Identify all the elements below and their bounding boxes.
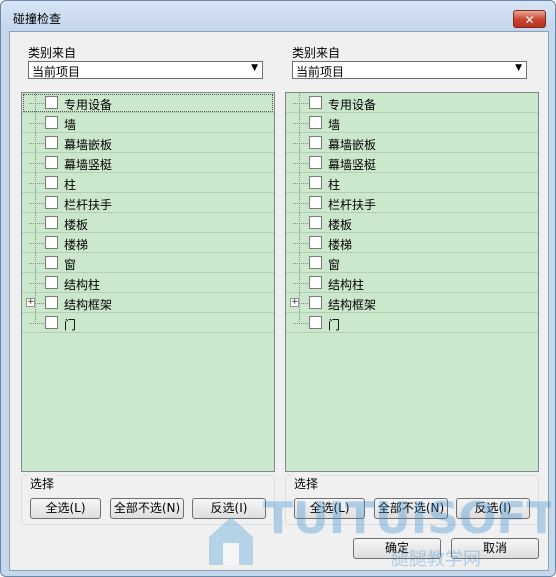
tree-row[interactable]: 楼板	[22, 213, 274, 233]
category-label: 楼板	[328, 218, 353, 232]
category-label: 门	[64, 318, 77, 332]
checkbox[interactable]	[45, 116, 58, 129]
category-label: 楼梯	[328, 238, 353, 252]
dropdown-arrow-icon: ▼	[251, 63, 258, 73]
tree-row[interactable]: 楼梯	[22, 233, 274, 253]
tree-row[interactable]: 墙	[22, 113, 274, 133]
category-label: 门	[328, 318, 341, 332]
right-source-dropdown[interactable]: 当前项目 ▼	[292, 61, 527, 79]
left-source-label: 类别来自	[28, 46, 77, 60]
tree-row[interactable]: 专用设备	[286, 93, 538, 113]
tree-row[interactable]: 门	[286, 313, 538, 333]
expand-plus-icon[interactable]: +	[26, 298, 35, 307]
category-label: 柱	[328, 178, 341, 192]
tree-row[interactable]: 幕墙嵌板	[286, 133, 538, 153]
category-label: 幕墙竖梃	[64, 158, 113, 172]
watermark-logo: TUITUISOFT 腿腿教学网	[209, 493, 551, 570]
category-label: 结构框架	[328, 298, 377, 312]
tree-row[interactable]: 结构柱	[22, 273, 274, 293]
left-select-all-button[interactable]: 全选(L)	[30, 498, 101, 519]
category-label: 楼板	[64, 218, 89, 232]
checkbox[interactable]	[45, 156, 58, 169]
right-panel: 类别来自 当前项目 ▼ 专用设备 墙 幕墙嵌板 幕墙竖梃 柱 栏杆扶手 楼板 楼…	[285, 32, 539, 532]
checkbox[interactable]	[309, 96, 322, 109]
category-label: 专用设备	[328, 98, 377, 112]
tree-row[interactable]: 墙	[286, 113, 538, 133]
checkbox[interactable]	[45, 276, 58, 289]
category-label: 墙	[328, 118, 341, 132]
category-label: 窗	[64, 258, 77, 272]
category-label: 柱	[64, 178, 77, 192]
tree-row[interactable]: 栏杆扶手	[22, 193, 274, 213]
checkbox[interactable]	[45, 296, 58, 309]
tree-row[interactable]: 窗	[22, 253, 274, 273]
checkbox[interactable]	[309, 176, 322, 189]
checkbox[interactable]	[309, 256, 322, 269]
tree-row[interactable]: 楼梯	[286, 233, 538, 253]
checkbox[interactable]	[309, 296, 322, 309]
tree-row[interactable]: + 结构框架	[22, 293, 274, 313]
expand-plus-icon[interactable]: +	[290, 298, 299, 307]
selection-title: 选择	[28, 475, 57, 492]
right-source-value: 当前项目	[296, 65, 345, 79]
category-label: 幕墙竖梃	[328, 158, 377, 172]
category-label: 专用设备	[64, 98, 113, 112]
tree-row[interactable]: 幕墙嵌板	[22, 133, 274, 153]
category-label: 幕墙嵌板	[328, 138, 377, 152]
category-label: 结构柱	[64, 278, 101, 292]
checkbox[interactable]	[45, 176, 58, 189]
category-label: 结构柱	[328, 278, 365, 292]
checkbox[interactable]	[45, 256, 58, 269]
checkbox[interactable]	[45, 236, 58, 249]
checkbox[interactable]	[45, 216, 58, 229]
category-label: 栏杆扶手	[328, 198, 377, 212]
checkbox[interactable]	[45, 316, 58, 329]
tree-row[interactable]: 窗	[286, 253, 538, 273]
tree-row[interactable]: 门	[22, 313, 274, 333]
category-label: 幕墙嵌板	[64, 138, 113, 152]
tree-row[interactable]: 柱	[22, 173, 274, 193]
left-source-value: 当前项目	[32, 65, 81, 79]
category-label: 窗	[328, 258, 341, 272]
checkbox[interactable]	[45, 96, 58, 109]
tree-row[interactable]: 楼板	[286, 213, 538, 233]
checkbox[interactable]	[309, 276, 322, 289]
tree-row[interactable]: + 结构框架	[286, 293, 538, 313]
category-label: 栏杆扶手	[64, 198, 113, 212]
left-select-none-button[interactable]: 全部不选(N)	[110, 498, 184, 519]
watermark-text: 腿腿教学网	[391, 549, 481, 570]
close-button[interactable]: ✕	[513, 10, 546, 28]
tree-row[interactable]: 栏杆扶手	[286, 193, 538, 213]
checkbox[interactable]	[45, 136, 58, 149]
tree-row[interactable]: 专用设备	[22, 93, 274, 113]
checkbox[interactable]	[45, 196, 58, 209]
checkbox[interactable]	[309, 236, 322, 249]
checkbox[interactable]	[309, 136, 322, 149]
watermark-brand: TUITUISOFT	[263, 493, 551, 544]
left-category-tree[interactable]: 专用设备 墙 幕墙嵌板 幕墙竖梃 柱 栏杆扶手 楼板 楼梯 窗 结构柱 + 结构框…	[21, 92, 275, 472]
dropdown-arrow-icon: ▼	[515, 63, 522, 73]
checkbox[interactable]	[309, 196, 322, 209]
right-source-label: 类别来自	[292, 46, 341, 60]
category-label: 结构框架	[64, 298, 113, 312]
title-bar[interactable]: 碰撞检查 ✕	[1, 1, 555, 31]
left-panel: 类别来自 当前项目 ▼ 专用设备 墙 幕墙嵌板 幕墙竖梃 柱 栏杆扶手 楼板 楼…	[21, 32, 275, 532]
left-source-dropdown[interactable]: 当前项目 ▼	[28, 61, 263, 79]
tree-row[interactable]: 结构柱	[286, 273, 538, 293]
checkbox[interactable]	[309, 156, 322, 169]
tree-row[interactable]: 幕墙竖梃	[22, 153, 274, 173]
category-label: 墙	[64, 118, 77, 132]
checkbox[interactable]	[309, 316, 322, 329]
checkbox[interactable]	[309, 216, 322, 229]
checkbox[interactable]	[309, 116, 322, 129]
clash-check-dialog: 碰撞检查 ✕ 类别来自 当前项目 ▼ 专用设备 墙 幕墙嵌板 幕墙竖梃 柱 栏杆…	[0, 0, 556, 577]
window-title: 碰撞检查	[13, 12, 62, 26]
tree-row[interactable]: 幕墙竖梃	[286, 153, 538, 173]
tree-row[interactable]: 柱	[286, 173, 538, 193]
right-category-tree[interactable]: 专用设备 墙 幕墙嵌板 幕墙竖梃 柱 栏杆扶手 楼板 楼梯 窗 结构柱 + 结构框…	[285, 92, 539, 472]
category-label: 楼梯	[64, 238, 89, 252]
